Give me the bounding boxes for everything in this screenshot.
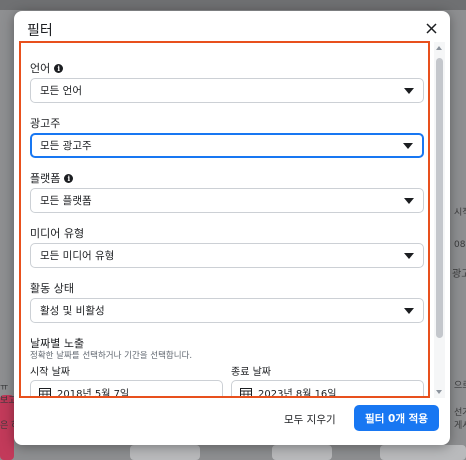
active-status-select-value: 활성 및 비활성 (40, 305, 105, 317)
caret-down-icon (404, 252, 414, 259)
scroll-up-arrow-icon[interactable] (436, 46, 442, 50)
close-button[interactable] (422, 19, 440, 37)
date-help-text: 정확한 날짜를 선택하거나 기간을 선택합니다. (30, 351, 193, 361)
platform-label-text: 플랫폼 (30, 172, 61, 185)
language-label-text: 언어 (30, 62, 51, 75)
end-date-field[interactable]: 2023년 8월 16일 (231, 380, 424, 398)
filter-options-panel: 언어 i 모든 언어 광고주 모든 광고주 플랫폼 i 모든 플랫폼 미디어 유… (19, 41, 430, 398)
filter-dialog: 필터 언어 i 모든 언어 광고주 모든 광고주 플랫폼 i 모든 플랫폼 미디… (14, 11, 450, 445)
apply-filters-button[interactable]: 필터 0개 적용 (354, 405, 439, 431)
advertiser-label-text: 광고주 (30, 117, 61, 130)
active-status-label: 활동 상태 (30, 280, 74, 296)
scrollbar[interactable] (434, 42, 445, 398)
advertiser-select[interactable]: 모든 광고주 (30, 133, 424, 158)
advertiser-select-value: 모든 광고주 (40, 140, 92, 152)
caret-down-icon (403, 142, 413, 149)
close-icon (425, 22, 437, 34)
start-date-label: 시작 날짜 (30, 367, 70, 378)
calendar-icon (240, 387, 252, 396)
media-type-label: 미디어 유형 (30, 225, 84, 241)
background-thumbnail (130, 445, 200, 460)
media-type-select-value: 모든 미디어 유형 (40, 250, 115, 262)
caret-down-icon (404, 307, 414, 314)
platform-label: 플랫폼 i (30, 170, 74, 186)
clear-all-button[interactable]: 모두 지우기 (282, 408, 338, 431)
language-select-value: 모든 언어 (40, 85, 82, 97)
background-text: 084 (454, 240, 466, 250)
language-select[interactable]: 모든 언어 (30, 78, 424, 103)
active-status-select[interactable]: 활성 및 비활성 (30, 298, 424, 323)
start-date-field[interactable]: 2018년 5월 7일 (30, 380, 223, 398)
caret-down-icon (404, 197, 414, 204)
background-top-bar (0, 0, 466, 10)
scrollbar-thumb[interactable] (436, 58, 443, 338)
background-text: 으로 (454, 381, 466, 391)
language-label: 언어 i (30, 60, 64, 76)
background-thumbnail (272, 445, 332, 460)
background-text: 광고 (452, 269, 466, 280)
start-date-value: 2018년 5월 7일 (57, 388, 130, 398)
scroll-down-arrow-icon[interactable] (436, 390, 442, 394)
dialog-title: 필터 (27, 23, 53, 39)
platform-select[interactable]: 모든 플랫폼 (30, 188, 424, 213)
background-text: ㅠ (0, 383, 9, 393)
media-type-select[interactable]: 모든 미디어 유형 (30, 243, 424, 268)
caret-down-icon (404, 87, 414, 94)
info-icon[interactable]: i (54, 63, 64, 73)
background-thumbnail (380, 445, 466, 460)
background-text: 게시 (454, 421, 466, 431)
background-text: 선거 (454, 408, 466, 418)
end-date-label: 종료 날짜 (231, 367, 271, 378)
advertiser-label: 광고주 (30, 115, 60, 131)
info-icon[interactable]: i (64, 173, 74, 183)
platform-select-value: 모든 플랫폼 (40, 195, 92, 207)
end-date-value: 2023년 8월 16일 (258, 388, 337, 398)
calendar-icon (39, 387, 51, 396)
media-type-label-text: 미디어 유형 (30, 227, 85, 240)
active-status-label-text: 활동 상태 (30, 282, 74, 295)
background-text: 시작 (454, 208, 466, 218)
